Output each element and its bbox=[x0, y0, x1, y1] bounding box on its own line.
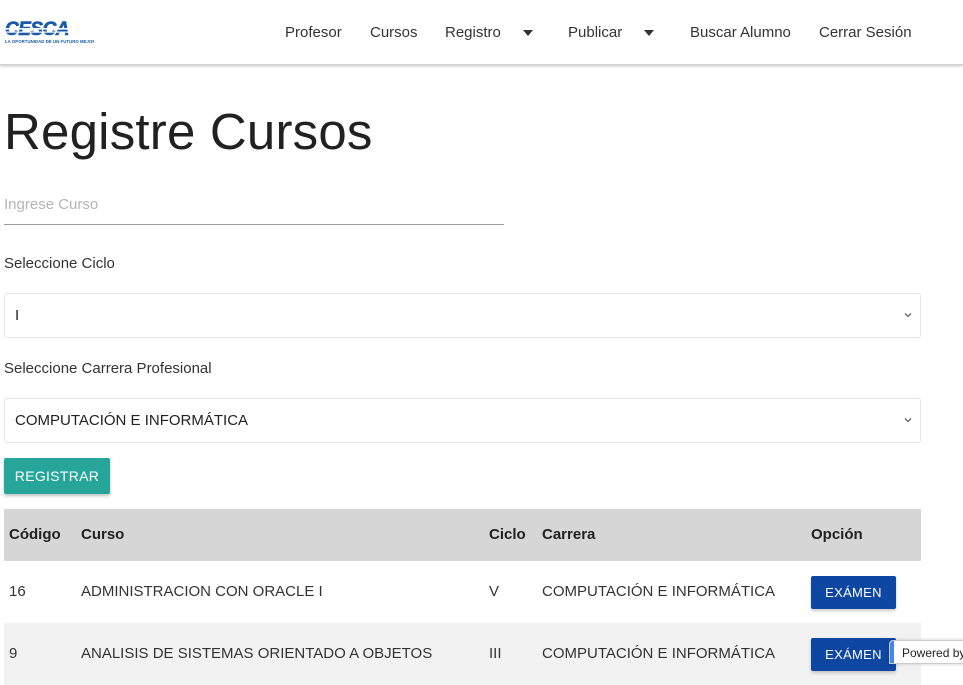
career-label: Seleccione Carrera Profesional bbox=[4, 360, 212, 377]
nav-profesor[interactable]: Profesor bbox=[285, 24, 342, 41]
cycle-selected-value: I bbox=[15, 307, 20, 324]
svg-text:LA OPORTUNIDAD DE UN FUTURO ME: LA OPORTUNIDAD DE UN FUTURO MEJOR bbox=[5, 39, 94, 44]
exam-button[interactable]: EXÁMEN bbox=[811, 638, 896, 671]
career-selected-value: COMPUTACIÓN E INFORMÁTICA bbox=[15, 412, 249, 429]
page-title: Registre Cursos bbox=[4, 103, 373, 160]
cell-ciclo: III bbox=[489, 645, 502, 662]
cell-curso: ANALISIS DE SISTEMAS ORIENTADO A OBJETOS bbox=[81, 645, 433, 662]
publicar-caret-icon bbox=[644, 29, 655, 36]
cycle-label: Seleccione Ciclo bbox=[4, 255, 115, 272]
nav-profesor-label: Profesor bbox=[285, 24, 342, 41]
cell-codigo: 16 bbox=[9, 583, 26, 600]
header-opcion: Opción bbox=[811, 526, 863, 543]
course-name-input[interactable] bbox=[4, 185, 504, 225]
chevron-down-icon bbox=[904, 418, 912, 423]
cesca-logo[interactable]: CESCA LA OPORTUNIDAD DE UN FUTURO MEJOR bbox=[4, 19, 96, 45]
header-curso: Curso bbox=[81, 526, 125, 543]
exam-button[interactable]: EXÁMEN bbox=[811, 576, 896, 609]
nav-registro-label: Registro bbox=[445, 24, 501, 41]
nav-publicar-dropdown[interactable]: Publicar bbox=[568, 24, 655, 41]
nav-cursos[interactable]: Cursos bbox=[370, 24, 418, 41]
courses-table: Código Curso Ciclo Carrera Opción 16 ADM… bbox=[4, 509, 921, 685]
cell-curso: ADMINISTRACION CON ORACLE I bbox=[81, 583, 323, 600]
chevron-down-icon bbox=[904, 313, 912, 318]
nav-cursos-label: Cursos bbox=[370, 24, 418, 41]
nav-cerrar-sesion[interactable]: Cerrar Sesión bbox=[819, 24, 912, 41]
header-codigo: Código bbox=[9, 526, 61, 543]
cell-carrera: COMPUTACIÓN E INFORMÁTICA bbox=[542, 583, 776, 600]
register-button[interactable]: REGISTRAR bbox=[4, 458, 110, 494]
cycle-select[interactable]: I bbox=[4, 293, 921, 338]
table-header-row: Código Curso Ciclo Carrera Opción bbox=[4, 509, 921, 561]
nav-registro-dropdown[interactable]: Registro bbox=[445, 24, 533, 41]
cell-carrera: COMPUTACIÓN E INFORMÁTICA bbox=[542, 645, 776, 662]
powered-by-widget[interactable]: Powered by bbox=[889, 640, 963, 664]
nav-publicar-label: Publicar bbox=[568, 24, 623, 41]
nav-buscar-alumno[interactable]: Buscar Alumno bbox=[690, 24, 791, 41]
table-row: 16 ADMINISTRACION CON ORACLE I V COMPUTA… bbox=[4, 561, 921, 623]
cell-codigo: 9 bbox=[9, 645, 18, 662]
powered-by-label: Powered by bbox=[902, 646, 963, 660]
header-carrera: Carrera bbox=[542, 526, 596, 543]
registro-caret-icon bbox=[522, 29, 533, 36]
header-ciclo: Ciclo bbox=[489, 526, 526, 543]
table-row: 9 ANALISIS DE SISTEMAS ORIENTADO A OBJET… bbox=[4, 623, 921, 685]
nav-cerrar-sesion-label: Cerrar Sesión bbox=[819, 24, 912, 41]
career-select[interactable]: COMPUTACIÓN E INFORMÁTICA bbox=[4, 398, 921, 443]
nav-buscar-alumno-label: Buscar Alumno bbox=[690, 24, 791, 41]
cell-ciclo: V bbox=[489, 583, 500, 600]
